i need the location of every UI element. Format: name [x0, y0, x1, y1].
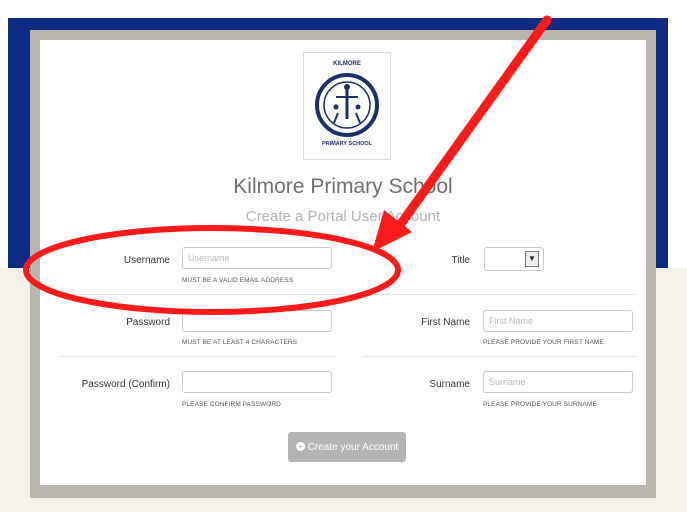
username-label: Username	[123, 255, 170, 266]
row-divider	[362, 356, 636, 357]
create-account-button[interactable]: + Create your Account	[288, 432, 406, 462]
surname-input[interactable]	[483, 371, 633, 393]
surname-label: Surname	[429, 379, 470, 390]
school-crest-icon	[315, 73, 379, 137]
row-divider	[60, 294, 636, 295]
first-name-hint: PLEASE PROVIDE YOUR FIRST NAME	[483, 339, 604, 346]
logo-text-bottom: PRIMARY SCHOOL	[321, 141, 373, 147]
password-confirm-label: Password (Confirm)	[81, 379, 170, 390]
password-label: Password	[126, 317, 170, 328]
row-divider	[60, 356, 335, 357]
school-logo: KILMORE PRIMARY SCHOOL	[303, 52, 391, 160]
password-input[interactable]	[182, 310, 332, 332]
page-title: Kilmore Primary School	[233, 175, 453, 198]
chevron-down-icon[interactable]: ▼	[525, 251, 539, 267]
logo-text-top: KILMORE	[333, 61, 361, 67]
plus-circle-icon: +	[295, 442, 305, 452]
page-subtitle: Create a Portal User Account	[245, 208, 441, 225]
password-confirm-input[interactable]	[182, 371, 332, 393]
password-hint: MUST BE AT LEAST 4 CHARACTERS	[182, 339, 298, 346]
first-name-input[interactable]	[483, 310, 633, 332]
username-hint: MUST BE A VALID EMAIL ADDRESS	[182, 277, 294, 284]
first-name-label: First Name	[421, 317, 470, 328]
surname-hint: PLEASE PROVIDE YOUR SURNAME	[483, 401, 597, 408]
title-select[interactable]: ▼	[484, 247, 544, 271]
create-account-label: Create your Account	[307, 441, 399, 453]
password-confirm-hint: PLEASE CONFIRM PASSWORD	[182, 401, 281, 408]
username-input[interactable]	[182, 247, 332, 269]
title-label: Title	[451, 255, 470, 266]
